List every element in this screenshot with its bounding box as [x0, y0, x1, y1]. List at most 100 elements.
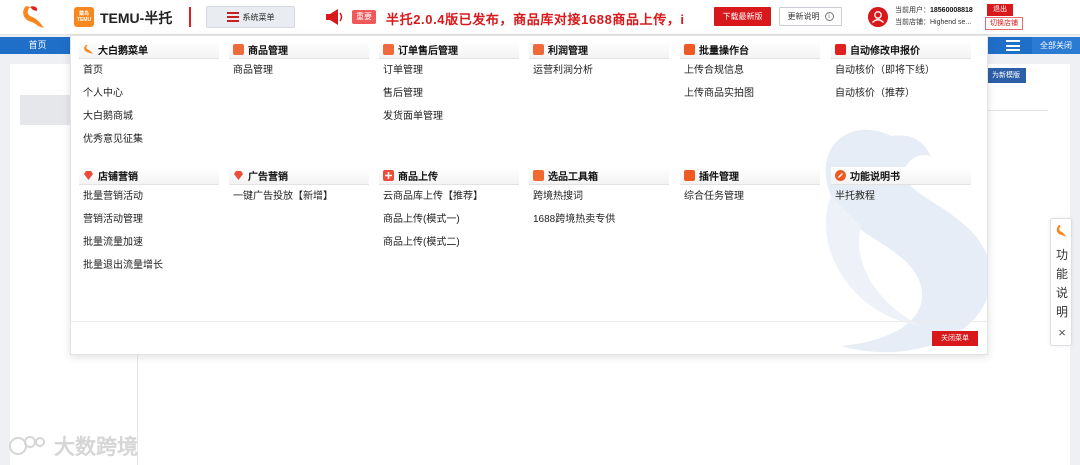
menu-item-upload-mode-1[interactable]: 商品上传(模式一) — [379, 208, 519, 231]
ad-icon — [234, 171, 243, 180]
menu-list-icon — [226, 12, 239, 22]
menu-item-profit-analysis[interactable]: 运营利润分析 — [529, 59, 669, 82]
order-icon — [383, 44, 394, 55]
tab-list-icon[interactable] — [1006, 40, 1020, 51]
announcement-text[interactable]: 半托2.0.4版已发布，商品库对接1688商品上传，i — [386, 9, 712, 28]
menu-item-order-manage[interactable]: 订单管理 — [379, 59, 519, 82]
swan-icon — [1056, 225, 1066, 237]
current-user-value: 18560008818 — [930, 7, 973, 14]
menu-item-goods-manage[interactable]: 商品管理 — [229, 59, 369, 82]
menu-section-manual: 功能说明书 半托教程 — [831, 167, 971, 208]
menu-item-one-click-ads[interactable]: 一键广告投放【新增】 — [229, 185, 369, 208]
section-header: 店铺营销 — [79, 167, 219, 185]
menu-item-task-manage[interactable]: 综合任务管理 — [680, 185, 820, 208]
menu-section-profit: 利润管理 运营利润分析 — [529, 41, 669, 82]
current-shop-label: 当前店铺： — [895, 19, 930, 26]
menu-item-batch-campaign[interactable]: 批量营销活动 — [79, 185, 219, 208]
section-header: 商品管理 — [229, 41, 369, 59]
section-header: 插件管理 — [680, 167, 820, 185]
menu-item-feedback[interactable]: 优秀意见征集 — [79, 128, 219, 151]
logout-button[interactable]: 退出 — [987, 4, 1013, 16]
menu-section-batch: 批量操作台 上传合规信息 上传商品实拍图 — [680, 41, 820, 105]
close-menu-button[interactable]: 关闭菜单 — [932, 331, 978, 346]
watermark-logo-icon — [9, 436, 45, 455]
menu-section-goods: 商品管理 商品管理 — [229, 41, 369, 82]
section-header: 功能说明书 — [831, 167, 971, 185]
feature-guide-label: 功 能 说 明 — [1055, 248, 1068, 319]
section-header: 订单售后管理 — [379, 41, 519, 59]
section-header: 批量操作台 — [680, 41, 820, 59]
content-divider — [986, 110, 1048, 111]
divider — [189, 7, 191, 27]
plugin-icon — [684, 170, 695, 181]
menu-item-shipping-label[interactable]: 发货面单管理 — [379, 105, 519, 128]
menu-section-marketing: 店铺营销 批量营销活动 营销活动管理 批量流量加速 批量退出流量增长 — [79, 167, 219, 277]
brand-badge: 菜鸟 TEMU — [74, 7, 94, 27]
feature-guide-float[interactable]: 功 能 说 明 × — [1050, 218, 1072, 346]
menu-section-upload: 商品上传 云商品库上传【推荐】 商品上传(模式一) 商品上传(模式二) — [379, 167, 519, 254]
section-header: 自动修改申报价 — [831, 41, 971, 59]
watermark: 大数跨境 — [8, 431, 138, 461]
new-template-button[interactable]: 为新模版 — [986, 68, 1026, 83]
system-menu-label: 系统菜单 — [242, 12, 275, 22]
menu-section-plugins: 插件管理 综合任务管理 — [680, 167, 820, 208]
menu-item-home[interactable]: 首页 — [79, 59, 219, 82]
menu-item-after-sale[interactable]: 售后管理 — [379, 82, 519, 105]
tab-home[interactable]: 首页 — [0, 37, 75, 54]
menu-item-upload-mode-2[interactable]: 商品上传(模式二) — [379, 231, 519, 254]
swan-background-icon — [825, 129, 987, 353]
menu-section-swan: 大白鹅菜单 首页 个人中心 大白鹅商城 优秀意见征集 — [79, 41, 219, 151]
swan-icon — [84, 45, 93, 54]
changelog-label: 更新说明 — [787, 12, 820, 21]
menu-item-compliance-upload[interactable]: 上传合规信息 — [680, 59, 820, 82]
section-header: 利润管理 — [529, 41, 669, 59]
section-header: 大白鹅菜单 — [79, 41, 219, 59]
menu-item-personal-center[interactable]: 个人中心 — [79, 82, 219, 105]
menu-item-exit-traffic-growth[interactable]: 批量退出流量增长 — [79, 254, 219, 277]
download-latest-button[interactable]: 下载最新版 — [714, 7, 771, 26]
menu-section-orders: 订单售后管理 订单管理 售后管理 发货面单管理 — [379, 41, 519, 128]
menu-item-auto-price-recommended[interactable]: 自动核价（推荐） — [831, 82, 971, 105]
section-header: 广告营销 — [229, 167, 369, 185]
current-shop-value: Highend se... — [930, 19, 972, 26]
menu-divider — [71, 321, 987, 322]
menu-item-traffic-boost[interactable]: 批量流量加速 — [79, 231, 219, 254]
toolbox-icon — [533, 170, 544, 181]
batch-icon — [684, 44, 695, 55]
brand-name: TEMU-半托 — [100, 10, 173, 26]
user-info: 当前用户：18560008818 当前店铺：Highend se... — [895, 5, 973, 29]
menu-section-toolbox: 选品工具箱 跨境热搜词 1688跨境热卖专供 — [529, 167, 669, 231]
swan-logo-icon — [23, 6, 44, 28]
menu-item-auto-price-legacy[interactable]: 自动核价（即将下线） — [831, 59, 971, 82]
close-all-tabs-button[interactable]: 全部关闭 — [1032, 37, 1080, 54]
goods-icon — [233, 44, 244, 55]
manual-icon — [835, 170, 846, 181]
profit-icon — [533, 44, 544, 55]
system-mega-menu: 大白鹅菜单 首页 个人中心 大白鹅商城 优秀意见征集 商品管理 商品管理 订单售… — [70, 35, 988, 355]
diamond-icon — [84, 171, 93, 180]
important-tag: 重要 — [352, 10, 376, 24]
menu-item-1688-hot[interactable]: 1688跨境热卖专供 — [529, 208, 669, 231]
menu-item-campaign-manage[interactable]: 营销活动管理 — [79, 208, 219, 231]
megaphone-icon — [326, 9, 343, 25]
menu-section-ads: 广告营销 一键广告投放【新增】 — [229, 167, 369, 208]
upload-icon — [383, 170, 394, 181]
menu-item-photo-upload[interactable]: 上传商品实拍图 — [680, 82, 820, 105]
watermark-text: 大数跨境 — [54, 436, 138, 459]
current-user-label: 当前用户： — [895, 7, 930, 14]
close-icon[interactable]: × — [1051, 325, 1073, 340]
section-header: 商品上传 — [379, 167, 519, 185]
menu-item-tutorial[interactable]: 半托教程 — [831, 185, 971, 208]
top-header: 菜鸟 TEMU TEMU-半托 系统菜单 重要 半托2.0.4版已发布，商品库对… — [0, 0, 1080, 35]
menu-item-swan-mall[interactable]: 大白鹅商城 — [79, 105, 219, 128]
price-icon — [835, 44, 846, 55]
switch-shop-button[interactable]: 切换店铺 — [985, 17, 1023, 30]
section-header: 选品工具箱 — [529, 167, 669, 185]
info-icon: i — [824, 12, 834, 21]
menu-item-hot-search[interactable]: 跨境热搜词 — [529, 185, 669, 208]
changelog-button[interactable]: 更新说明 i — [779, 7, 842, 26]
menu-section-auto-price: 自动修改申报价 自动核价（即将下线） 自动核价（推荐） — [831, 41, 971, 105]
user-avatar-icon[interactable] — [868, 7, 888, 27]
system-menu-button[interactable]: 系统菜单 — [206, 6, 295, 28]
menu-item-cloud-upload[interactable]: 云商品库上传【推荐】 — [379, 185, 519, 208]
